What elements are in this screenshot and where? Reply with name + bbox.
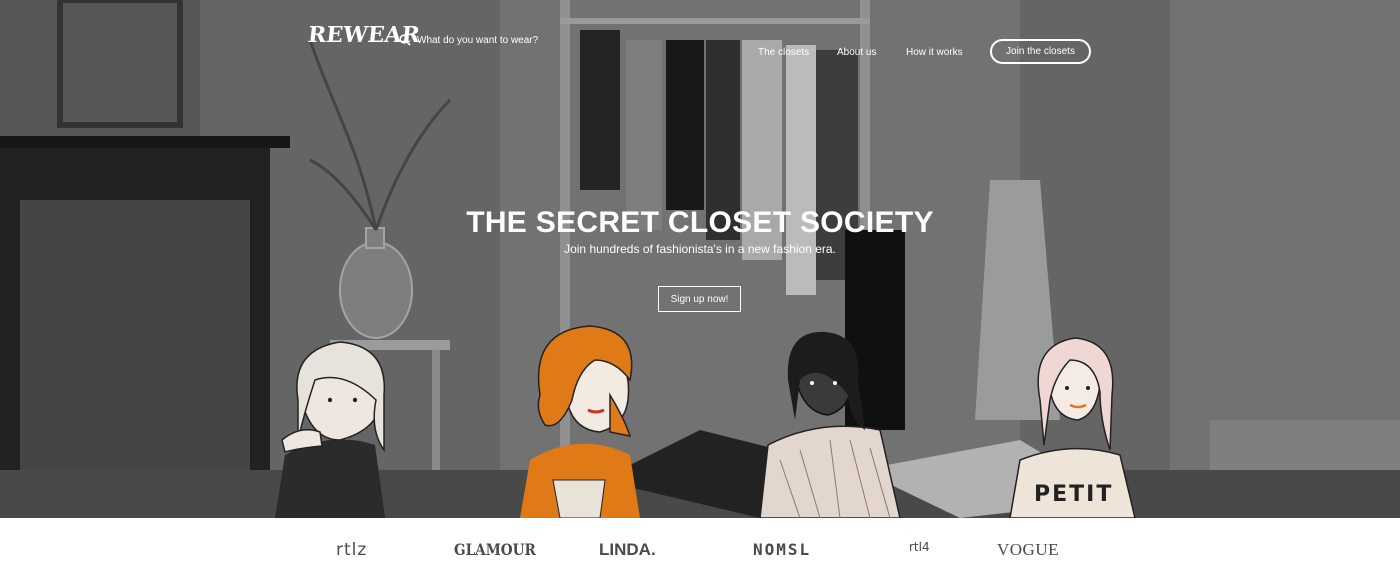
press-logo-nomsl: NOMSL	[753, 540, 812, 559]
press-logos-bar: rtlz GLAMOUR LINDA. NOMSL rtl4 VOGUE	[0, 518, 1400, 573]
sign-up-button[interactable]: Sign up now!	[658, 286, 741, 312]
hero-subtitle: Join hundreds of fashionista's in a new …	[564, 242, 836, 256]
join-the-closets-button[interactable]: Join the closets	[990, 39, 1091, 64]
figure-orange-hair	[520, 325, 640, 518]
press-logo-linda: LINDA.	[599, 540, 656, 559]
press-logo-rtl4: rtl4	[909, 540, 930, 554]
sweater-text: PETIT	[1034, 482, 1114, 507]
search-bar[interactable]: What do you want to wear?	[399, 34, 538, 46]
hero-section: PETIT REWEAR What do you want to wear? T…	[0, 0, 1400, 518]
nav-the-closets[interactable]: The closets	[758, 47, 809, 58]
figure-blonde-black-top	[275, 341, 386, 518]
search-placeholder[interactable]: What do you want to wear?	[417, 35, 538, 46]
figure-dark-feather-coat	[759, 331, 901, 518]
search-icon	[399, 34, 411, 46]
press-logo-vogue: VOGUE	[997, 540, 1059, 559]
press-logo-glamour: GLAMOUR	[454, 540, 536, 559]
nav-about-us[interactable]: About us	[837, 47, 876, 58]
hero-title: THE SECRET CLOSET SOCIETY	[466, 206, 934, 239]
hero-illustration	[275, 325, 1136, 518]
nav-how-it-works[interactable]: How it works	[906, 47, 963, 58]
press-logo-rtlz: rtlz	[336, 540, 368, 560]
